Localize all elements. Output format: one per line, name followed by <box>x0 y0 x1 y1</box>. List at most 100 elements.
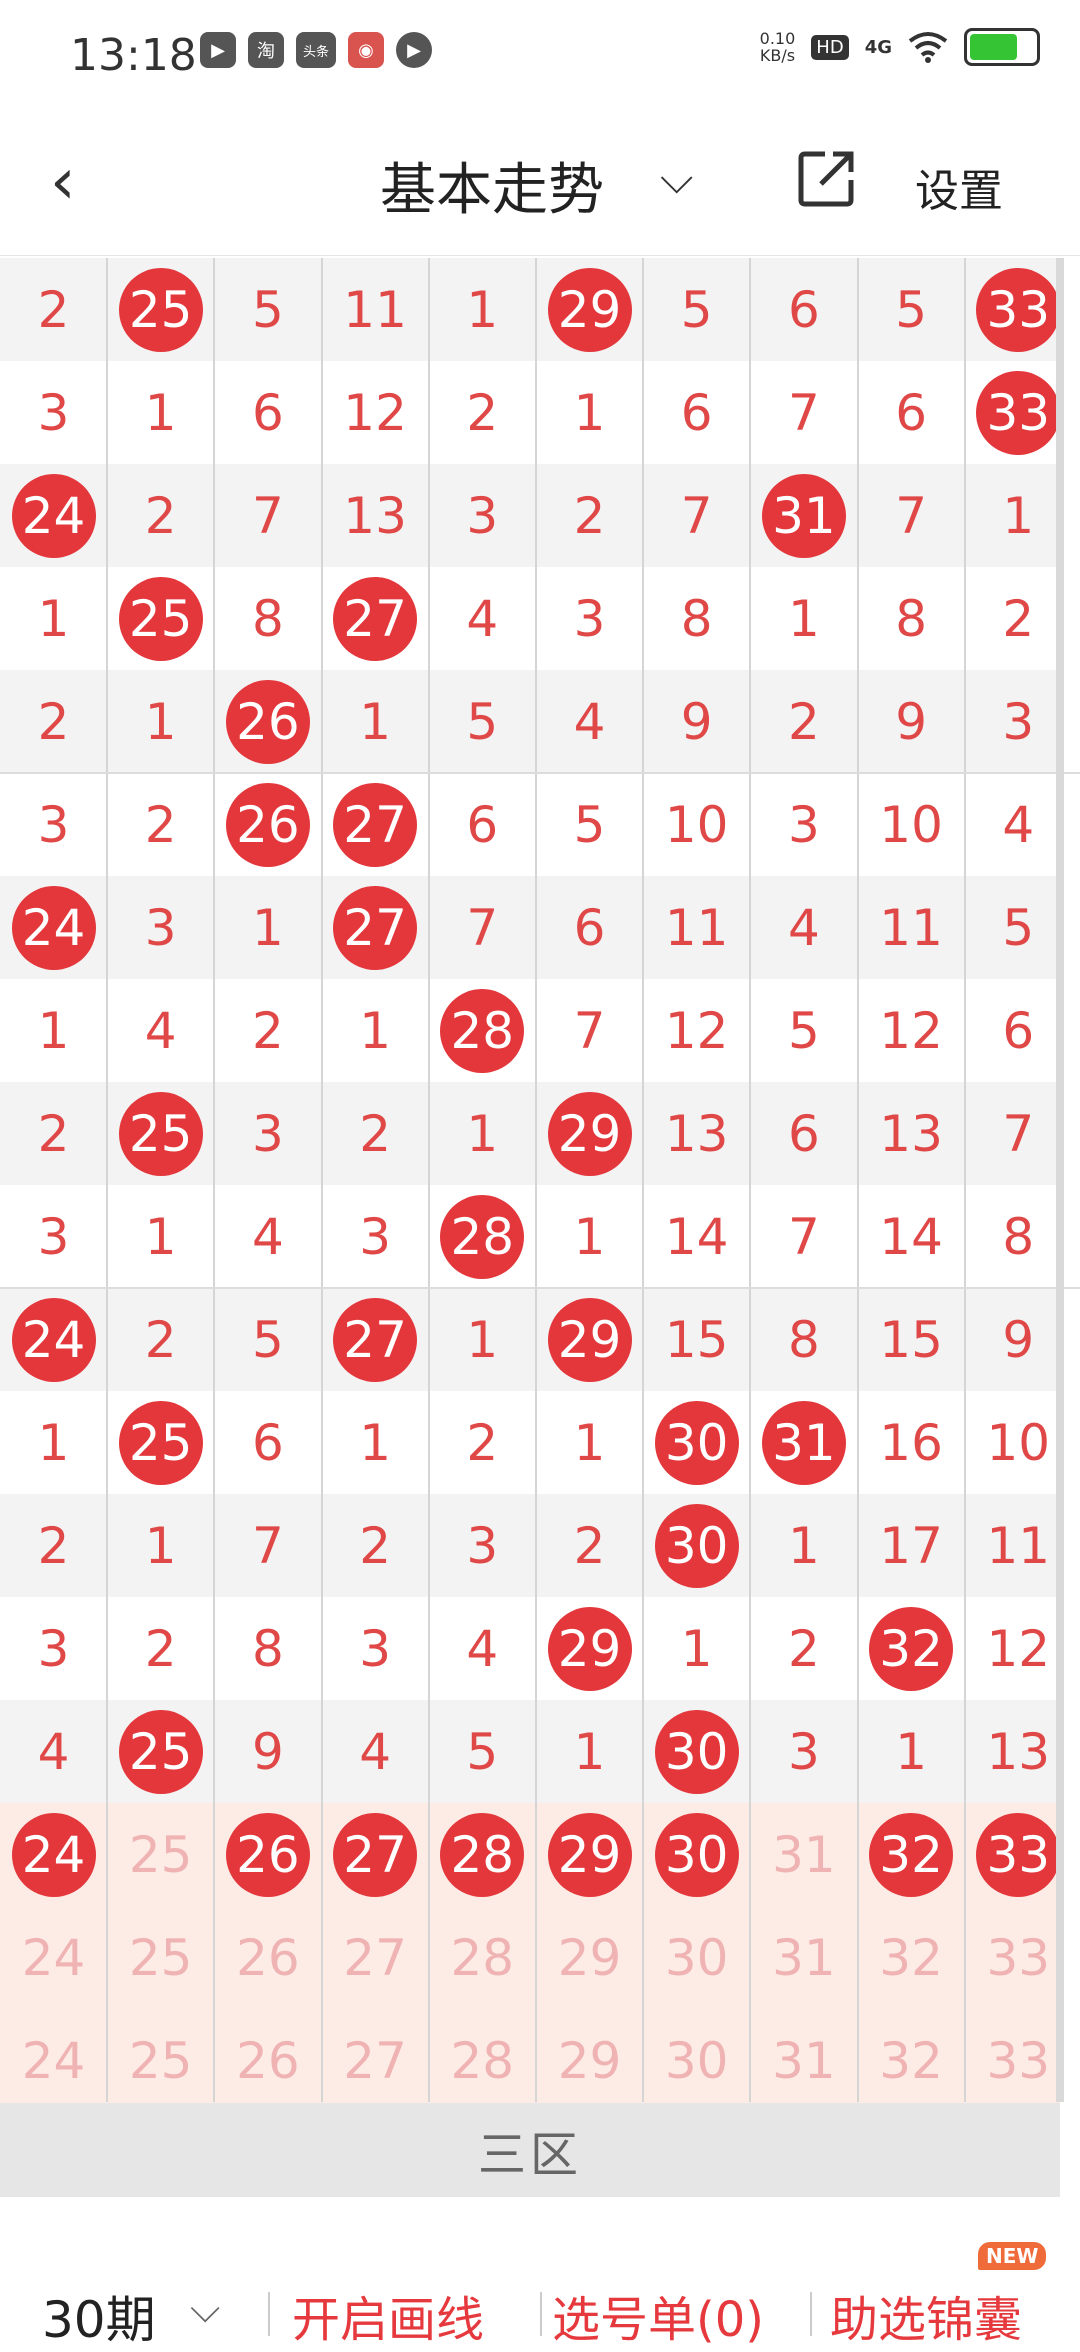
grid-cell: 24 <box>0 464 107 567</box>
grid-cell: 27 <box>322 1803 429 1906</box>
grid-cell: 17 <box>879 1516 943 1575</box>
drawn-number-ball: 24 <box>11 885 96 970</box>
grid-cell: 1 <box>37 589 70 648</box>
grid-cell: 7 <box>251 1516 284 1575</box>
grid-cell: 1 <box>573 1207 606 1266</box>
drawn-number-ball: 24 <box>11 1812 96 1897</box>
grid-cell: 31 <box>750 464 857 567</box>
table-row: 2 25 5 11 1 29 5 6 5 33 <box>0 258 1061 361</box>
column-divider <box>856 258 859 2102</box>
grid-cell: 1 <box>895 1722 927 1781</box>
drawn-number-ball: 33 <box>976 267 1061 352</box>
signal-icon: 4G <box>864 36 892 58</box>
draw-lines-button[interactable]: 开启画线 <box>292 2280 484 2350</box>
grid-cell: 5 <box>573 795 606 854</box>
grid-cell: 6 <box>680 383 713 442</box>
table-row: 1 25 6 1 2 1 30 31 16 10 <box>0 1391 1060 1494</box>
grid-cell: 2 <box>37 692 70 751</box>
grid-cell: 1 <box>144 692 177 751</box>
grid-cell: 1 <box>359 1001 391 1060</box>
grid-cell: 8 <box>251 1619 284 1678</box>
bottom-toolbar: 30期 ⌵ 开启画线 选号单(0) 助选锦囊 NEW <box>0 2220 1080 2350</box>
grid-cell: 27 <box>322 773 429 876</box>
grid-cell: 11 <box>664 898 729 957</box>
grid-cell: 32 <box>879 1928 943 1987</box>
drawn-number-ball: 25 <box>118 1709 203 1794</box>
grid-cell: 1 <box>787 589 820 648</box>
assist-button[interactable]: 助选锦囊 <box>830 2280 1022 2350</box>
column-divider <box>213 258 216 2102</box>
grid-cell: 1 <box>251 898 284 957</box>
grid-cell: 25 <box>107 1391 214 1494</box>
grid-cell: 26 <box>214 773 321 876</box>
grid-cell: 26 <box>214 670 321 773</box>
grid-cell: 12 <box>879 1001 943 1060</box>
divider <box>540 2292 542 2336</box>
grid-cell: 26 <box>236 1928 300 1987</box>
drawn-number-ball: 26 <box>225 679 310 764</box>
net-speed-unit: KB/s <box>759 46 796 65</box>
grid-cell: 1 <box>787 1516 820 1575</box>
grid-cell: 7 <box>680 486 713 545</box>
grid-cell: 11 <box>879 898 943 957</box>
drawn-number-ball: 30 <box>654 1709 739 1794</box>
drawn-number-ball: 25 <box>118 1400 203 1485</box>
drawn-number-ball: 33 <box>976 370 1061 455</box>
grid-cell: 4 <box>466 589 499 648</box>
grid-cell: 28 <box>429 979 536 1082</box>
scrollbar[interactable] <box>1056 258 1064 2102</box>
grid-cell: 6 <box>251 383 284 442</box>
grid-cell: 1 <box>359 692 391 751</box>
drawn-number-ball: 25 <box>118 576 203 661</box>
grid-cell: 4 <box>466 1619 499 1678</box>
grid-cell: 4 <box>359 1722 391 1781</box>
drawn-number-ball: 24 <box>11 1297 96 1382</box>
app-header: ‹ 基本走势 ⌵ 设置 <box>0 105 1080 256</box>
grid-cell: 6 <box>787 1104 820 1163</box>
grid-cell: 2 <box>37 280 70 339</box>
trend-grid: 2 25 5 11 1 29 5 6 5 33 3 1 6 12 2 1 6 7 6 33 24 2 7 13 3 2 7 31 7 1 1… <box>0 258 1061 2112</box>
table-row: 3 1 4 3 28 1 14 7 14 8 <box>0 1185 1060 1288</box>
page-title[interactable]: 基本走势 <box>380 145 604 226</box>
grid-cell: 31 <box>772 1825 836 1884</box>
drawn-number-ball: 29 <box>547 1091 632 1176</box>
grid-cell: 24 <box>0 1288 107 1391</box>
grid-cell: 28 <box>450 1928 515 1987</box>
grid-cell: 24 <box>0 1803 107 1906</box>
grid-cell: 1 <box>573 1413 606 1472</box>
drawn-number-ball: 27 <box>333 885 418 970</box>
drawn-number-ball: 29 <box>547 1297 632 1382</box>
drawn-number-ball: 25 <box>118 267 203 352</box>
table-row: 24 2 5 27 1 29 15 8 15 9 <box>0 1288 1060 1391</box>
grid-cell: 9 <box>895 692 927 751</box>
period-selector[interactable]: 30期 <box>42 2280 156 2352</box>
back-icon[interactable]: ‹ <box>50 145 76 219</box>
grid-cell: 30 <box>643 1700 750 1803</box>
grid-cell: 24 <box>0 876 107 979</box>
grid-cell: 2 <box>466 383 499 442</box>
grid-cell: 11 <box>343 280 407 339</box>
grid-cell: 3 <box>37 1619 70 1678</box>
grid-cell: 7 <box>251 486 284 545</box>
grid-cell: 7 <box>573 1001 606 1060</box>
grid-cell: 25 <box>128 2031 193 2090</box>
settings-button[interactable]: 设置 <box>915 155 1003 219</box>
pick-list-button[interactable]: 选号单(0) <box>552 2280 764 2350</box>
grid-cell: 2 <box>573 1516 606 1575</box>
grid-cell: 25 <box>107 1700 214 1803</box>
table-row: 1 25 8 27 4 3 8 1 8 2 <box>0 567 1060 670</box>
grid-cell: 25 <box>128 1928 193 1987</box>
grid-cell: 3 <box>37 795 70 854</box>
share-icon[interactable] <box>795 148 857 210</box>
drawn-number-ball: 31 <box>761 473 846 558</box>
table-row: 2 1 7 2 3 2 30 1 17 11 <box>0 1494 1060 1597</box>
grid-cell: 3 <box>787 1722 820 1781</box>
chevron-down-icon[interactable]: ⌵ <box>660 153 693 204</box>
grid-cell: 3 <box>37 383 70 442</box>
drawn-number-ball: 30 <box>654 1400 739 1485</box>
chevron-down-icon[interactable]: ⌵ <box>190 2286 220 2332</box>
drawn-number-ball: 27 <box>333 1297 418 1382</box>
zone-label: 三区 <box>0 2103 1060 2197</box>
grid-cell: 27 <box>322 567 429 670</box>
grid-cell: 3 <box>573 589 606 648</box>
